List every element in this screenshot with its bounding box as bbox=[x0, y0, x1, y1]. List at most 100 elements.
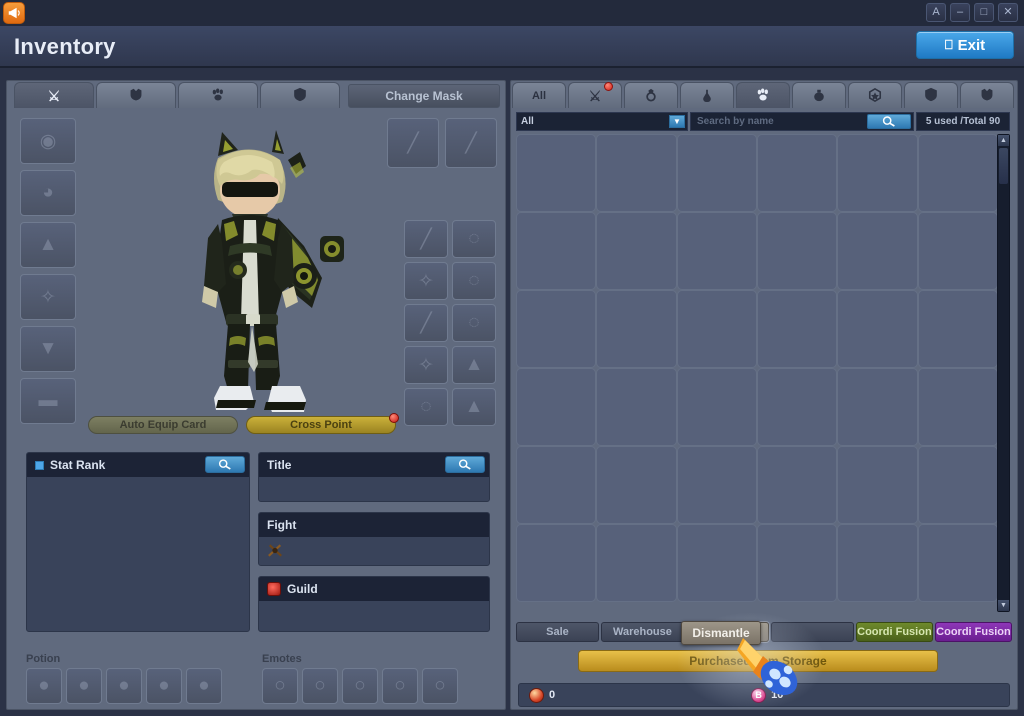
slot-accessory-2[interactable]: ◌ bbox=[452, 220, 496, 258]
inventory-cell[interactable] bbox=[917, 290, 998, 368]
crossed-weapons-icon[interactable] bbox=[267, 544, 283, 562]
inventory-cell[interactable] bbox=[917, 212, 998, 290]
inventory-cell[interactable] bbox=[516, 368, 597, 446]
slot-accessory-4[interactable]: ◌ bbox=[452, 262, 496, 300]
slot-accessory-6[interactable]: ◌ bbox=[452, 304, 496, 342]
slot-top[interactable]: ▲ bbox=[20, 222, 76, 268]
inventory-cell[interactable] bbox=[917, 368, 998, 446]
inventory-cell[interactable] bbox=[757, 134, 838, 212]
close-button[interactable]: ✕ bbox=[998, 3, 1018, 22]
slot-weapon-sub[interactable]: ╱ bbox=[445, 118, 497, 168]
auto-equip-card-button[interactable]: Auto Equip Card bbox=[88, 416, 238, 434]
inventory-cell[interactable] bbox=[837, 446, 918, 524]
warehouse-button[interactable]: Warehouse bbox=[600, 622, 684, 642]
inventory-cell[interactable] bbox=[516, 212, 597, 290]
tab-shield[interactable] bbox=[260, 82, 340, 108]
chevron-down-icon[interactable]: ▼ bbox=[998, 600, 1009, 611]
inventory-cell[interactable] bbox=[516, 524, 597, 602]
slot-accessory-8[interactable]: ▲ bbox=[452, 346, 496, 384]
inventory-cell[interactable] bbox=[837, 212, 918, 290]
emote-slot[interactable]: ○ bbox=[302, 668, 338, 704]
slot-gloves[interactable]: ✧ bbox=[20, 274, 76, 320]
potion-slot[interactable]: ● bbox=[26, 668, 62, 704]
slot-shoes[interactable]: ▬ bbox=[20, 378, 76, 424]
tab-all[interactable]: All bbox=[512, 82, 566, 108]
inventory-cell[interactable] bbox=[757, 368, 838, 446]
coordi-fusion-purple-button[interactable]: Coordi Fusion bbox=[934, 622, 1012, 642]
slot-accessory-10[interactable]: ▲ bbox=[452, 388, 496, 426]
tab-pouch[interactable] bbox=[792, 82, 846, 108]
slot-accessory-7[interactable]: ✧ bbox=[404, 346, 448, 384]
tab-shield[interactable] bbox=[904, 82, 958, 108]
tab-equipment[interactable]: ⚔ bbox=[14, 82, 94, 108]
change-mask-button[interactable]: Change Mask bbox=[348, 84, 500, 108]
inventory-cell[interactable] bbox=[596, 134, 677, 212]
search-button[interactable] bbox=[867, 114, 911, 129]
potion-slot[interactable]: ● bbox=[186, 668, 222, 704]
slot-hat[interactable]: ◉ bbox=[20, 118, 76, 164]
inventory-cell[interactable] bbox=[596, 212, 677, 290]
inventory-cell[interactable] bbox=[757, 290, 838, 368]
inventory-cell[interactable] bbox=[596, 446, 677, 524]
maximize-button[interactable]: □ bbox=[974, 3, 994, 22]
minimize-button[interactable]: – bbox=[950, 3, 970, 22]
tab-accessory[interactable] bbox=[624, 82, 678, 108]
inventory-cell[interactable] bbox=[837, 368, 918, 446]
inventory-cell[interactable] bbox=[596, 368, 677, 446]
inventory-cell[interactable] bbox=[516, 446, 597, 524]
slot-accessory-3[interactable]: ✧ bbox=[404, 262, 448, 300]
coordi-fusion-green-button[interactable]: Coordi Fusion bbox=[855, 622, 933, 642]
inventory-cell[interactable] bbox=[516, 290, 597, 368]
font-size-button[interactable]: A bbox=[926, 3, 946, 22]
cross-point-button[interactable]: Cross Point bbox=[246, 413, 399, 434]
inventory-cell[interactable] bbox=[676, 524, 757, 602]
inventory-cell[interactable] bbox=[676, 212, 757, 290]
tab-costume[interactable] bbox=[960, 82, 1014, 108]
category-dropdown[interactable]: All ▼ bbox=[516, 112, 688, 131]
emote-slot[interactable]: ○ bbox=[262, 668, 298, 704]
chevron-down-icon[interactable]: ▼ bbox=[669, 115, 685, 128]
tab-pet[interactable] bbox=[178, 82, 258, 108]
inventory-cell[interactable] bbox=[917, 524, 998, 602]
search-input-wrap[interactable]: Search by name bbox=[690, 112, 914, 131]
chevron-up-icon[interactable]: ▲ bbox=[998, 135, 1009, 146]
slot-accessory-9[interactable]: ◌ bbox=[404, 388, 448, 426]
inventory-cell[interactable] bbox=[676, 446, 757, 524]
scrollbar-thumb[interactable] bbox=[999, 148, 1008, 184]
title-search-button[interactable] bbox=[445, 456, 485, 473]
stat-rank-search-button[interactable] bbox=[205, 456, 245, 473]
inventory-scrollbar[interactable]: ▲ ▼ bbox=[997, 134, 1010, 612]
emote-slot[interactable]: ○ bbox=[382, 668, 418, 704]
inventory-cell[interactable] bbox=[596, 524, 677, 602]
exit-button[interactable]: ⎕ Exit bbox=[916, 31, 1014, 59]
slot-accessory-5[interactable]: ╱ bbox=[404, 304, 448, 342]
inventory-cell[interactable] bbox=[837, 134, 918, 212]
inventory-cell[interactable] bbox=[676, 368, 757, 446]
tab-pet[interactable] bbox=[736, 82, 790, 108]
tab-equip[interactable]: ⚔ bbox=[568, 82, 622, 108]
inventory-cell[interactable] bbox=[757, 212, 838, 290]
emote-slot[interactable]: ○ bbox=[422, 668, 458, 704]
potion-slot[interactable]: ● bbox=[106, 668, 142, 704]
inventory-cell[interactable] bbox=[837, 290, 918, 368]
character-preview[interactable] bbox=[160, 128, 360, 413]
potion-slot[interactable]: ● bbox=[146, 668, 182, 704]
inventory-cell[interactable] bbox=[596, 290, 677, 368]
tab-special[interactable] bbox=[848, 82, 902, 108]
inventory-cell[interactable] bbox=[676, 290, 757, 368]
tab-consumable[interactable] bbox=[680, 82, 734, 108]
inventory-cell[interactable] bbox=[917, 134, 998, 212]
sale-button[interactable]: Sale bbox=[516, 622, 599, 642]
slot-accessory-1[interactable]: ╱ bbox=[404, 220, 448, 258]
slot-weapon-main[interactable]: ╱ bbox=[387, 118, 439, 168]
slot-face[interactable]: ◕ bbox=[20, 170, 76, 216]
inventory-cell[interactable] bbox=[757, 524, 838, 602]
slot-bottom[interactable]: ▼ bbox=[20, 326, 76, 372]
inventory-cell[interactable] bbox=[917, 446, 998, 524]
inventory-cell[interactable] bbox=[676, 134, 757, 212]
potion-slot[interactable]: ● bbox=[66, 668, 102, 704]
inventory-cell[interactable] bbox=[757, 446, 838, 524]
megaphone-icon[interactable] bbox=[3, 2, 25, 24]
inventory-cell[interactable] bbox=[516, 134, 597, 212]
tab-costume[interactable] bbox=[96, 82, 176, 108]
